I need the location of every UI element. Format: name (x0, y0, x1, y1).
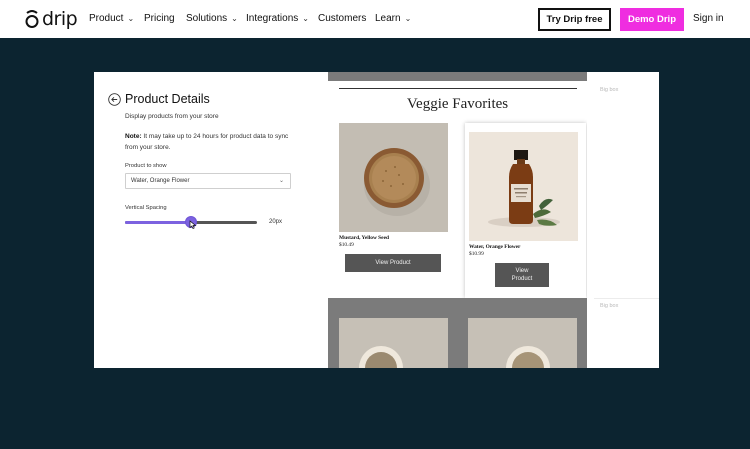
top-navbar: drip Product ⌄ Pricing Solutions ⌄ Integ… (0, 0, 750, 38)
product-name: Mustard, Yellow Seed (339, 235, 389, 241)
box-label: Big box (600, 303, 619, 309)
drip-logo[interactable]: drip (24, 8, 78, 30)
product-select-value: Water, Orange Flower (131, 178, 190, 184)
product-name: Water, Orange Flower (469, 244, 521, 250)
nav-label: Product (89, 13, 124, 24)
product-image-orange-flower-water (469, 132, 578, 241)
nav-label: Integrations (246, 13, 299, 24)
nav-item-customers[interactable]: Customers (318, 13, 366, 24)
sign-in-link[interactable]: Sign in (693, 13, 724, 24)
chevron-down-icon: ⌄ (127, 13, 135, 23)
chevron-down-icon: ⌄ (278, 178, 284, 184)
nav-item-integrations[interactable]: Integrations ⌄ (246, 13, 309, 24)
preview-divider (339, 88, 577, 89)
preview-second-row (328, 298, 587, 368)
note-text: It may take up to 24 hours for product d… (125, 133, 289, 151)
try-drip-free-button[interactable]: Try Drip free (538, 8, 611, 31)
chevron-down-icon: ⌄ (404, 13, 412, 23)
bottle-icon (469, 132, 578, 241)
product-image-partial-left (339, 318, 448, 368)
selected-product-card[interactable]: Water, Orange Flower $10.99 View Product (465, 123, 586, 298)
demo-drip-button[interactable]: Demo Drip (620, 8, 684, 31)
chevron-down-icon: ⌄ (231, 13, 238, 23)
box-label: Big box (600, 87, 619, 93)
view-product-button[interactable]: View Product (345, 254, 441, 272)
product-price: $10.49 (339, 242, 354, 248)
product-image-partial-right (468, 318, 577, 368)
sync-note: Note: It may take up to 24 hours for pro… (125, 132, 300, 153)
preview-heading: Veggie Favorites (406, 96, 509, 112)
bowl-icon (339, 318, 448, 368)
view-product-button[interactable]: View Product (495, 263, 549, 287)
nav-label: Customers (318, 13, 367, 24)
bowl-icon (468, 318, 577, 368)
product-select[interactable]: Water, Orange Flower ⌄ (125, 173, 291, 189)
nav-item-product[interactable]: Product ⌄ (89, 13, 134, 24)
nav-item-learn[interactable]: Learn ⌄ (375, 13, 411, 24)
nav-item-solutions[interactable]: Solutions ⌄ (186, 13, 238, 24)
drip-logo-icon (25, 10, 39, 28)
nav-label: Learn (375, 13, 401, 24)
back-arrow-icon[interactable] (108, 93, 121, 106)
box-divider (594, 298, 659, 299)
nav-label: Solutions (186, 13, 228, 24)
nav-item-pricing[interactable]: Pricing (144, 13, 175, 24)
slider-fill (125, 221, 191, 224)
panel-subtitle: Display products from your store (125, 113, 219, 120)
panel-title: Product Details (125, 92, 210, 106)
email-preview: Veggie Favorites Mustard, Yellow Seed $1… (328, 72, 587, 368)
vertical-spacing-label: Vertical Spacing (125, 205, 167, 211)
mouse-cursor-icon (189, 220, 197, 229)
editor-panel: Product Details Display products from yo… (94, 72, 659, 368)
mustard-bowl-icon (339, 123, 448, 232)
nav-label: Pricing (144, 13, 175, 24)
spacing-value: 20px (269, 219, 283, 225)
note-label: Note: (125, 133, 142, 140)
product-to-show-label: Product to show (125, 163, 167, 169)
logo-text: drip (42, 8, 78, 30)
preview-top-band (328, 72, 587, 81)
chevron-down-icon: ⌄ (302, 13, 309, 23)
product-price: $10.99 (469, 251, 484, 257)
product-image-mustard (339, 123, 448, 232)
